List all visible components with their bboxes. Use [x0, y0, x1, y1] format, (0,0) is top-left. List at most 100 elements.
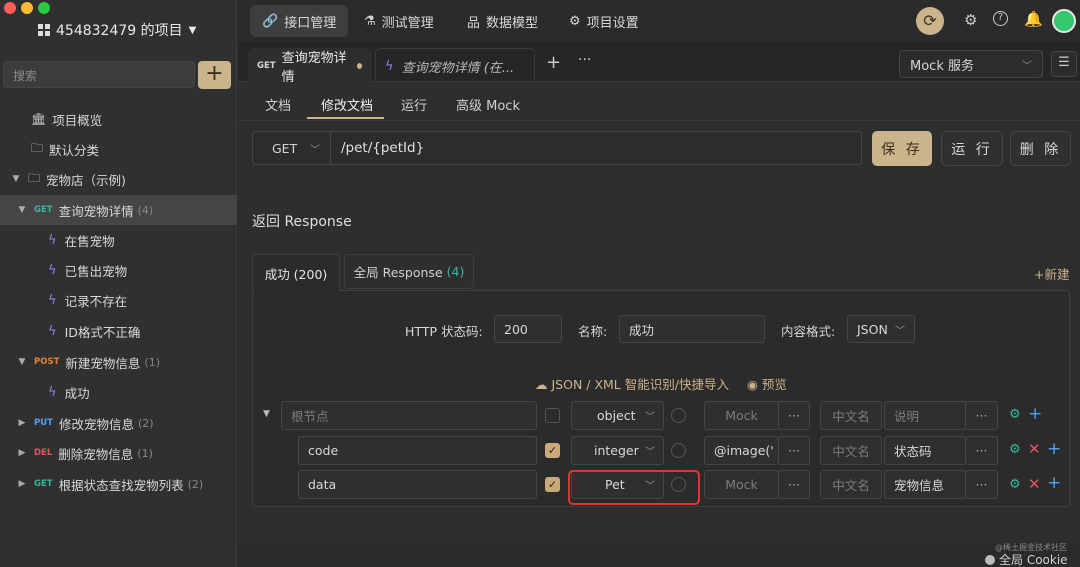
settings-icon[interactable]: ⚙	[964, 11, 977, 29]
status-code-input[interactable]: 200	[494, 315, 562, 343]
list-menu-icon[interactable]: ☰	[1051, 51, 1077, 77]
sidebar-item-case-notfound[interactable]: ϟ 记录不存在	[0, 285, 237, 315]
settings-icon[interactable]: ⚙	[1009, 407, 1021, 422]
more-tabs-icon[interactable]: ···	[578, 52, 591, 68]
add-button[interactable]: +	[198, 61, 231, 89]
sidebar-item-petstore[interactable]: ▼ 🗀 宠物店（示例)	[0, 164, 237, 194]
type-select[interactable]: integer ﹀	[571, 436, 664, 465]
save-button[interactable]: 保 存	[872, 131, 932, 166]
desc-more-button[interactable]: ···	[965, 436, 998, 465]
sync-icon[interactable]: ⟳	[916, 7, 944, 35]
settings-icon[interactable]: ⚙	[1009, 477, 1021, 492]
nullable-toggle[interactable]	[671, 443, 686, 458]
sidebar-item-get-pet[interactable]: ▼ GET 查询宠物详情 (4)	[0, 195, 237, 225]
caret-down-icon[interactable]: ▼	[16, 357, 28, 367]
add-tab-icon[interactable]: +	[546, 52, 561, 73]
add-field-icon[interactable]: +	[1028, 404, 1042, 424]
add-field-icon[interactable]: +	[1047, 473, 1061, 493]
avatar[interactable]	[1052, 9, 1076, 33]
new-response-button[interactable]: +新建	[1034, 264, 1069, 283]
preview-button[interactable]: ◉ 预览	[747, 374, 787, 393]
caret-down-icon[interactable]: ▼	[263, 409, 270, 419]
caret-down-icon[interactable]: ▼	[16, 205, 28, 215]
mock-input[interactable]: Mock	[704, 470, 779, 499]
mock-more-button[interactable]: ···	[778, 436, 810, 465]
desc-more-button[interactable]: ···	[965, 401, 998, 430]
mock-input[interactable]: @image('	[704, 436, 779, 465]
tab-response-success[interactable]: 成功 (200)	[252, 254, 340, 291]
description-input[interactable]: 状态码	[884, 436, 966, 465]
sidebar-item-del-pet[interactable]: ▶ DEL 删除宠物信息 (1)	[0, 438, 237, 468]
field-name-input[interactable]: 根节点	[281, 401, 537, 430]
field-name-input[interactable]: code	[298, 436, 537, 465]
nullable-toggle[interactable]	[671, 408, 686, 423]
import-button[interactable]: ☁ JSON / XML 智能识别/快捷导入	[535, 374, 729, 393]
tab-test-management[interactable]: ⚗ 测试管理	[352, 5, 446, 37]
sidebar-item-find-by-status[interactable]: ▶ GET 根据状态查找宠物列表 (2)	[0, 469, 237, 499]
type-select[interactable]: object ﹀	[571, 401, 664, 430]
cookie-icon	[985, 554, 995, 565]
subtab-run[interactable]: 运行	[401, 95, 427, 114]
caret-down-icon[interactable]: ▼	[10, 174, 22, 184]
project-switcher[interactable]: 454832479 的项目 ▼	[38, 20, 196, 40]
caret-right-icon[interactable]: ▶	[16, 479, 28, 489]
help-icon[interactable]: ?	[993, 11, 1008, 26]
subtab-edit-docs[interactable]: 修改文档	[321, 95, 373, 114]
add-field-icon[interactable]: +	[1047, 439, 1061, 459]
search-input[interactable]: 搜索	[3, 61, 195, 88]
description-input[interactable]: 说明	[884, 401, 966, 430]
delete-field-icon[interactable]: ✕	[1028, 475, 1041, 493]
chinese-name-input[interactable]: 中文名	[820, 401, 882, 430]
hierarchy-icon: 品	[467, 15, 481, 31]
delete-field-icon[interactable]: ✕	[1028, 440, 1041, 458]
file-tab-active[interactable]: GET 查询宠物详情	[248, 48, 371, 85]
mock-service-select[interactable]: Mock 服务 ﹀	[899, 50, 1043, 78]
bell-icon[interactable]: 🔔	[1024, 10, 1043, 28]
maximize-window-icon[interactable]	[38, 2, 50, 14]
method-badge: POST	[34, 357, 60, 367]
chinese-name-input[interactable]: 中文名	[820, 436, 882, 465]
name-input[interactable]: 成功	[619, 315, 765, 343]
required-checkbox[interactable]: ✓	[545, 477, 560, 492]
run-button[interactable]: 运 行	[941, 131, 1003, 166]
chinese-name-input[interactable]: 中文名	[820, 470, 882, 499]
sidebar-item-case-badid[interactable]: ϟ ID格式不正确	[0, 316, 237, 346]
mock-more-button[interactable]: ···	[778, 470, 810, 499]
tab-response-global[interactable]: 全局 Response (4)	[344, 254, 474, 289]
global-cookie-button[interactable]: 全局 Cookie	[985, 551, 1068, 567]
tab-api-management[interactable]: 🔗 接口管理	[250, 5, 349, 37]
sidebar-item-case-sold[interactable]: ϟ 已售出宠物	[0, 255, 237, 285]
subtab-docs[interactable]: 文档	[265, 95, 291, 114]
file-tab-case[interactable]: ϟ 查询宠物详情 (在...	[375, 48, 535, 83]
caret-right-icon[interactable]: ▶	[16, 418, 28, 428]
minimize-window-icon[interactable]	[21, 2, 33, 14]
required-checkbox[interactable]	[545, 408, 560, 423]
sidebar-item-case-onsale[interactable]: ϟ 在售宠物	[0, 225, 237, 255]
sidebar-item-case-success[interactable]: ϟ 成功	[0, 377, 237, 407]
field-name-input[interactable]: data	[298, 470, 537, 499]
description-input[interactable]: 宠物信息	[884, 470, 966, 499]
sidebar-item-put-pet[interactable]: ▶ PUT 修改宠物信息 (2)	[0, 408, 237, 438]
close-window-icon[interactable]	[4, 2, 16, 14]
sidebar-item-default-category[interactable]: 🗀 默认分类	[0, 134, 237, 164]
desc-more-button[interactable]: ···	[965, 470, 998, 499]
content-format-select[interactable]: JSON ﹀	[847, 315, 915, 343]
caret-right-icon[interactable]: ▶	[16, 448, 28, 458]
chevron-down-icon: ﹀	[895, 325, 905, 337]
settings-icon[interactable]: ⚙	[1009, 442, 1021, 457]
required-checkbox[interactable]: ✓	[545, 443, 560, 458]
tab-data-model[interactable]: 品数据模型	[455, 5, 550, 37]
mock-more-button[interactable]: ···	[778, 401, 810, 430]
sidebar-item-overview[interactable]: 🏛 项目概览	[0, 104, 237, 134]
mock-select-value: Mock 服务	[910, 58, 974, 74]
sidebar: 454832479 的项目 ▼ 搜索 + 🏛 项目概览 🗀 默认分类 ▼ 🗀 宠物店（示…	[0, 0, 237, 567]
method-select[interactable]: GET ﹀	[253, 132, 331, 164]
tab-project-settings[interactable]: ⚙ 项目设置	[557, 5, 651, 37]
path-input[interactable]: /pet/{petId}	[341, 140, 424, 156]
delete-button[interactable]: 删 除	[1010, 131, 1071, 166]
file-tab-bar: GET 查询宠物详情 ϟ 查询宠物详情 (在... + ··· Mock 服务 ﹀ …	[238, 42, 1080, 85]
tab-label: 全局 Response	[353, 265, 443, 280]
mock-input[interactable]: Mock	[704, 401, 779, 430]
sidebar-item-post-pet[interactable]: ▼ POST 新建宠物信息 (1)	[0, 347, 237, 377]
subtab-advanced-mock[interactable]: 高级 Mock	[456, 95, 520, 114]
